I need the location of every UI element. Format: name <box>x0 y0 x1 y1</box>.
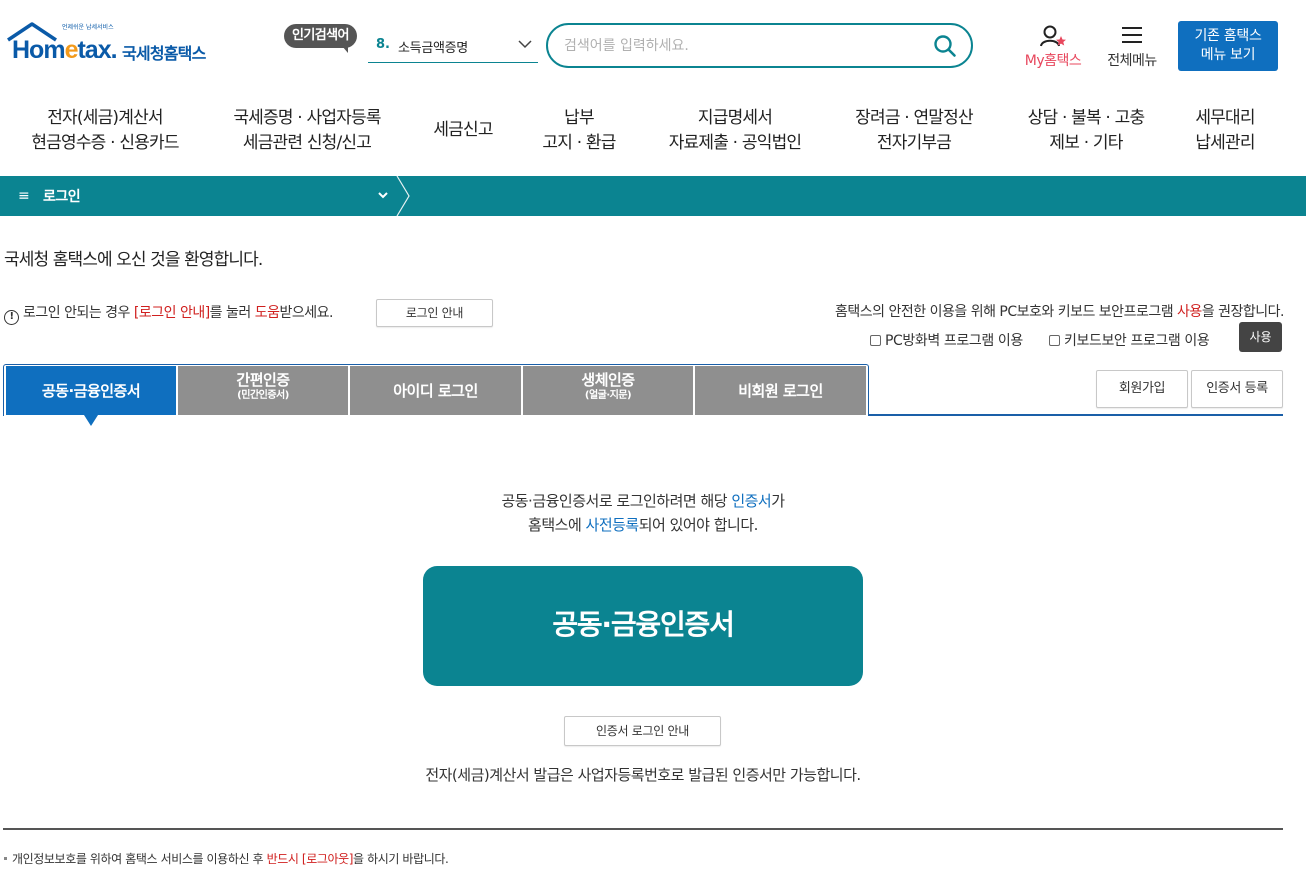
chevron-down-icon <box>518 40 532 49</box>
gnb-label: 고지 · 환급 <box>542 133 616 153</box>
tab-simple-auth[interactable]: 간편인증 (민간인증서) <box>178 366 348 415</box>
keyboard-security-checkbox[interactable]: 키보드보안 프로그램 이용 <box>1049 330 1210 350</box>
popular-keyword-text[interactable]: 소득금액증명 <box>398 37 468 56</box>
main-navigation: 전자(세금)계산서 현금영수증 · 신용카드 국세증명 · 사업자등록 세금관련… <box>0 96 1306 166</box>
cert-login-description: 공동·금융인증서로 로그인하려면 해당 인증서가 홈택스에 사전등록되어 있어야… <box>501 492 785 534</box>
welcome-heading: 국세청 홈택스에 오신 것을 환영합니다. <box>4 250 263 270</box>
firewall-label: PC방화벽 프로그램 이용 <box>885 333 1023 349</box>
gnb-label: 세금신고 <box>433 120 493 140</box>
gnb-label: 지급명세서 <box>697 108 773 128</box>
tab-biometric[interactable]: 생체인증 (얼굴·지문) <box>523 366 693 415</box>
exclamation-icon: ! <box>4 310 19 325</box>
gnb-item-einvoice[interactable]: 전자(세금)계산서 현금영수증 · 신용카드 <box>22 106 188 156</box>
gnb-label: 현금영수증 · 신용카드 <box>31 133 179 153</box>
gnb-label: 상담 · 불복 · 고충 <box>1027 108 1145 128</box>
gnb-item-tax-filing[interactable]: 세금신고 <box>424 118 502 143</box>
logo-korean-name: 국세청홈택스 <box>122 44 206 63</box>
cert-register-button[interactable]: 인증서 등록 <box>1191 370 1283 408</box>
location-bar: ≡ 로그인 <box>0 176 1306 216</box>
user-star-icon <box>1040 25 1066 47</box>
gnb-label: 자료제출 · 공익법인 <box>668 133 802 153</box>
gnb-label: 제보 · 기타 <box>1049 133 1123 153</box>
login-help-notice: ! 로그인 안되는 경우 [로그인 안내]를 눌러 도움받으세요. <box>4 302 333 325</box>
tab-id-login[interactable]: 아이디 로그인 <box>350 366 521 415</box>
old-menu-line2: 메뉴 보기 <box>1200 47 1256 63</box>
cert-login-button[interactable]: 공동·금융인증서 <box>423 566 863 686</box>
popular-keyword-dropdown[interactable]: 8. 소득금액증명 <box>368 30 538 63</box>
use-security-button[interactable]: 사용 <box>1239 322 1282 352</box>
search-box <box>546 23 973 68</box>
login-guide-button[interactable]: 로그인 안내 <box>376 299 493 327</box>
logo-tagline: 언제쉬운 납세서비스 <box>62 24 114 31</box>
tab-joint-financial-cert[interactable]: 공동·금융인증서 <box>6 366 176 415</box>
tab-sublabel: (얼굴·지문) <box>584 390 632 401</box>
search-input[interactable] <box>564 34 924 58</box>
bullet-icon <box>4 857 7 860</box>
firewall-checkbox[interactable]: PC방화벽 프로그램 이용 <box>870 330 1023 350</box>
tab-underline <box>868 414 1283 416</box>
tab-label: 간편인증 <box>236 371 290 389</box>
location-dropdown[interactable]: ≡ 로그인 <box>0 176 400 216</box>
gnb-item-payment[interactable]: 납부 고지 · 환급 <box>530 106 628 156</box>
login-help-link-text: [로그인 안내] <box>133 305 210 321</box>
cert-issue-note: 전자(세금)계산서 발급은 사업자등록번호로 발급된 인증서만 가능합니다. <box>425 766 861 784</box>
old-menu-button[interactable]: 기존 홈택스 메뉴 보기 <box>1178 21 1278 71</box>
checkbox-icon[interactable] <box>870 335 881 346</box>
help-text: 도움 <box>254 305 280 321</box>
gnb-label: 납세관리 <box>1195 133 1255 153</box>
gnb-label: 세무대리 <box>1195 108 1255 128</box>
chevron-down-icon <box>378 192 388 199</box>
gnb-label: 납부 <box>564 108 594 128</box>
tab-label: 비회원 로그인 <box>738 382 823 400</box>
popular-search-badge: 인기검색어 <box>284 24 357 53</box>
location-title: 로그인 <box>43 189 81 205</box>
hometax-logo[interactable]: 언제쉬운 납세서비스 Hometax. 국세청홈택스 <box>6 22 221 72</box>
tab-label: 아이디 로그인 <box>393 382 478 400</box>
gnb-item-payment-statement[interactable]: 지급명세서 자료제출 · 공익법인 <box>656 106 814 156</box>
security-recommendation: 홈택스의 안전한 이용을 위해 PC보호와 키보드 보안프로그램 사용을 권장합… <box>835 304 1284 320</box>
old-menu-line1: 기존 홈택스 <box>1194 28 1262 44</box>
active-tab-pointer-icon <box>84 415 98 426</box>
my-hometax-label: My홈택스 <box>1024 53 1082 69</box>
popular-keyword-rank: 8. <box>376 37 390 52</box>
gnb-label: 전자(세금)계산서 <box>47 108 163 128</box>
gnb-item-certificates[interactable]: 국세증명 · 사업자등록 세금관련 신청/신고 <box>222 106 392 156</box>
all-menu-button[interactable]: 전체메뉴 <box>1100 24 1164 70</box>
gnb-label: 장려금 · 연말정산 <box>855 108 974 128</box>
divider <box>3 828 1283 830</box>
checkbox-icon[interactable] <box>1049 335 1060 346</box>
all-menu-label: 전체메뉴 <box>1107 53 1157 69</box>
header: 언제쉬운 납세서비스 Hometax. 국세청홈택스 인기검색어 8. 소득금액… <box>0 0 1306 92</box>
logout-reminder: 개인정보보호를 위하여 홈택스 서비스를 이용하신 후 반드시 [로그아웃]을 … <box>4 850 449 867</box>
keyboard-security-label: 키보드보안 프로그램 이용 <box>1064 333 1210 349</box>
gnb-item-tax-agent[interactable]: 세무대리 납세관리 <box>1186 106 1264 156</box>
cert-login-guide-button[interactable]: 인증서 로그인 안내 <box>564 716 721 746</box>
gnb-item-consultation[interactable]: 상담 · 불복 · 고충 제보 · 기타 <box>1012 106 1160 156</box>
search-icon[interactable] <box>933 34 957 58</box>
tab-label: 공동·금융인증서 <box>41 382 141 400</box>
gnb-item-incentives[interactable]: 장려금 · 연말정산 전자기부금 <box>842 106 986 156</box>
my-hometax-link[interactable]: My홈택스 <box>1016 24 1090 70</box>
menu-lines-icon: ≡ <box>18 188 30 204</box>
tab-sublabel: (민간인증서) <box>237 390 289 401</box>
tab-non-member[interactable]: 비회원 로그인 <box>695 366 866 415</box>
gnb-label: 세금관련 신청/신고 <box>242 133 372 153</box>
gnb-label: 전자기부금 <box>876 133 952 153</box>
breadcrumb-divider <box>396 176 410 216</box>
tab-label: 생체인증 <box>581 371 635 389</box>
hamburger-icon <box>1122 27 1142 43</box>
gnb-label: 국세증명 · 사업자등록 <box>233 108 381 128</box>
logo-wordmark: Hometax. <box>12 36 118 64</box>
join-button[interactable]: 회원가입 <box>1096 370 1188 408</box>
